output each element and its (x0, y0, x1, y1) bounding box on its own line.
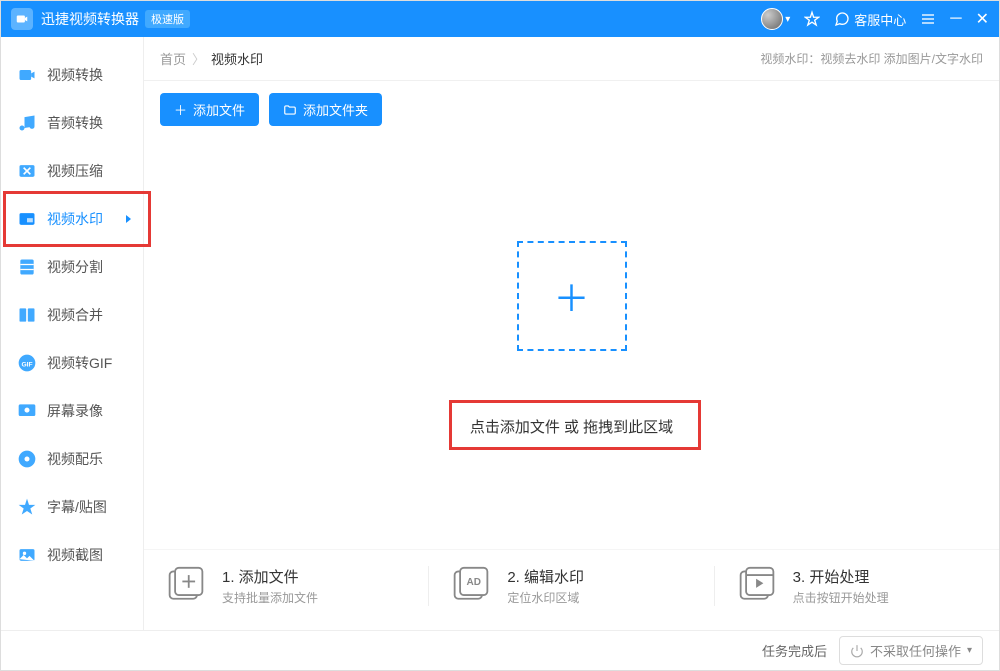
add-file-button[interactable]: ＋ 添加文件 (160, 93, 259, 126)
drop-area: ＋ 点击添加文件 或 拖拽到此区域 (144, 138, 999, 549)
folder-icon (283, 103, 297, 117)
video-merge-icon (17, 305, 37, 325)
plus-icon: ＋ (174, 100, 187, 119)
vip-icon[interactable] (804, 11, 820, 27)
step-1: 1. 添加文件 支持批量添加文件 (164, 566, 408, 606)
add-folder-label: 添加文件夹 (303, 100, 368, 119)
action-bar: ＋ 添加文件 添加文件夹 (144, 81, 999, 138)
svg-text:GIF: GIF (21, 361, 32, 368)
main-panel: 首页 〉 视频水印 视频水印：视频去水印 添加图片/文字水印 ＋ 添加文件 添加… (143, 37, 999, 630)
footer-label: 任务完成后 (762, 641, 827, 660)
drop-text: 点击添加文件 或 拖拽到此区域 (440, 406, 703, 447)
breadcrumb-home[interactable]: 首页 (160, 49, 186, 68)
drop-zone[interactable]: ＋ (517, 241, 627, 351)
dropdown-label: 不采取任何操作 (870, 641, 961, 660)
sidebar-item-video-compress[interactable]: 视频压缩 (1, 147, 143, 195)
sidebar-item-video-music[interactable]: 视频配乐 (1, 435, 143, 483)
step2-title: 2. 编辑水印 (507, 566, 584, 587)
breadcrumb: 首页 〉 视频水印 视频水印：视频去水印 添加图片/文字水印 (144, 37, 999, 81)
step-2: AD 2. 编辑水印 定位水印区域 (449, 566, 693, 606)
video-gif-icon: GIF (17, 353, 37, 373)
step3-title: 3. 开始处理 (793, 566, 889, 587)
add-folder-button[interactable]: 添加文件夹 (269, 93, 382, 126)
power-icon (850, 644, 864, 658)
step2-sub: 定位水印区域 (507, 589, 584, 606)
sidebar-item-label: 视频截图 (47, 545, 103, 565)
minimize-button[interactable]: ─ (950, 10, 961, 28)
breadcrumb-sep: 〉 (192, 49, 205, 68)
titlebar: 迅捷视频转换器 极速版 ▾ 客服中心 ─ ✕ (1, 1, 999, 37)
sidebar-item-subtitle[interactable]: 字幕/贴图 (1, 483, 143, 531)
sidebar-item-video-watermark[interactable]: 视频水印 (1, 195, 143, 243)
sidebar-item-label: 屏幕录像 (47, 401, 103, 421)
video-convert-icon (17, 65, 37, 85)
step2-icon: AD (449, 566, 493, 606)
sidebar-item-video-screenshot[interactable]: 视频截图 (1, 531, 143, 579)
step-3: 3. 开始处理 点击按钮开始处理 (735, 566, 979, 606)
footer: 任务完成后 不采取任何操作 ▾ (1, 630, 999, 670)
add-file-label: 添加文件 (193, 100, 245, 119)
audio-convert-icon (17, 113, 37, 133)
step1-icon (164, 566, 208, 606)
sidebar-item-label: 音频转换 (47, 113, 103, 133)
plus-large-icon: ＋ (553, 270, 589, 322)
sidebar-item-label: 视频压缩 (47, 161, 103, 181)
video-music-icon (17, 449, 37, 469)
svg-text:AD: AD (467, 577, 481, 588)
support-button[interactable]: 客服中心 (834, 10, 906, 29)
sidebar-item-label: 视频转GIF (47, 353, 112, 373)
video-split-icon (17, 257, 37, 277)
version-badge: 极速版 (145, 10, 190, 28)
app-title: 迅捷视频转换器 (41, 9, 139, 29)
breadcrumb-description: 视频水印：视频去水印 添加图片/文字水印 (760, 50, 983, 67)
step1-sub: 支持批量添加文件 (222, 589, 318, 606)
sidebar-item-label: 视频水印 (47, 209, 103, 229)
support-label: 客服中心 (854, 10, 906, 29)
after-task-dropdown[interactable]: 不采取任何操作 ▾ (839, 636, 983, 665)
step1-title: 1. 添加文件 (222, 566, 318, 587)
sidebar-item-video-convert[interactable]: 视频转换 (1, 51, 143, 99)
step3-icon (735, 566, 779, 606)
chevron-down-icon: ▾ (967, 645, 972, 656)
video-screenshot-icon (17, 545, 37, 565)
sidebar-item-label: 视频转换 (47, 65, 103, 85)
sidebar-item-label: 视频配乐 (47, 449, 103, 469)
close-button[interactable]: ✕ (976, 9, 989, 29)
sidebar-item-audio-convert[interactable]: 音频转换 (1, 99, 143, 147)
menu-icon[interactable] (920, 11, 936, 27)
screen-record-icon (17, 401, 37, 421)
sidebar-item-label: 字幕/贴图 (47, 497, 107, 517)
sidebar-item-video-merge[interactable]: 视频合并 (1, 291, 143, 339)
step3-sub: 点击按钮开始处理 (793, 589, 889, 606)
breadcrumb-current: 视频水印 (211, 49, 263, 68)
sidebar-item-label: 视频分割 (47, 257, 103, 277)
app-logo-icon (11, 8, 33, 30)
sidebar-item-label: 视频合并 (47, 305, 103, 325)
sidebar-item-screen-record[interactable]: 屏幕录像 (1, 387, 143, 435)
video-watermark-icon (17, 209, 37, 229)
video-compress-icon (17, 161, 37, 181)
steps-bar: 1. 添加文件 支持批量添加文件 AD 2. 编辑水印 定位水印区域 (144, 549, 999, 630)
user-avatar[interactable]: ▾ (761, 8, 790, 30)
sidebar-item-video-gif[interactable]: GIF 视频转GIF (1, 339, 143, 387)
sidebar-item-video-split[interactable]: 视频分割 (1, 243, 143, 291)
subtitle-icon (17, 497, 37, 517)
sidebar: 视频转换 音频转换 视频压缩 视频水印 视频分割 视频合并 GIF 视频转GIF (1, 37, 143, 630)
